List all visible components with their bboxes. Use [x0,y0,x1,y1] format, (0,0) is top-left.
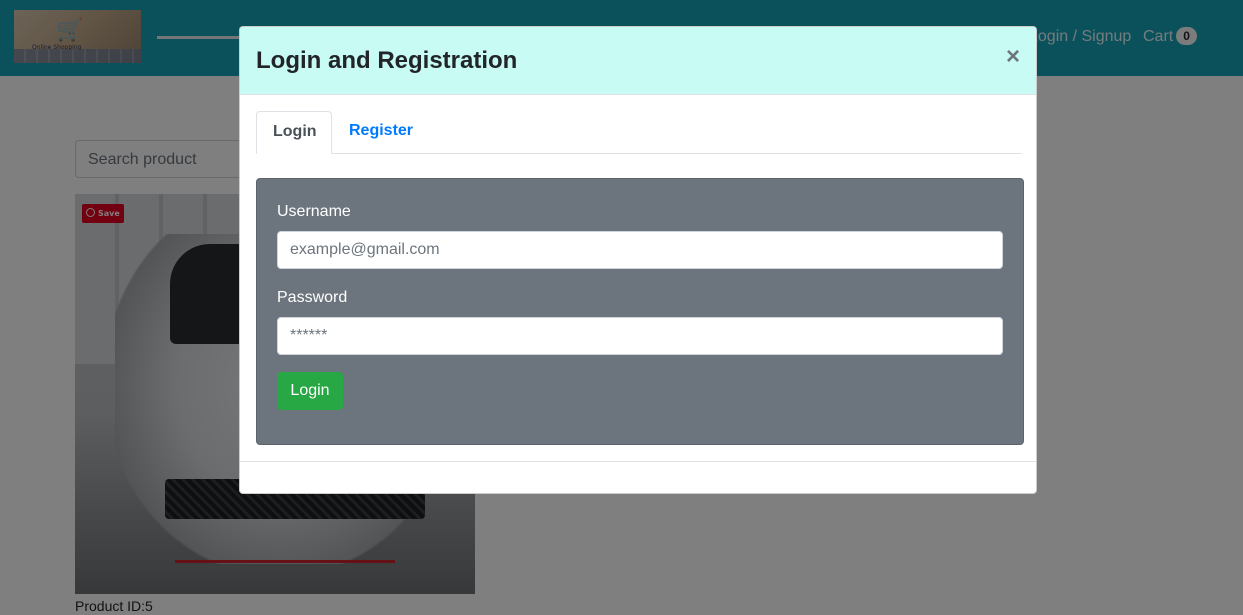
modal-header: Login and Registration × [240,27,1036,95]
auth-tabs: Login Register [256,111,1022,154]
tab-login[interactable]: Login [256,111,332,154]
username-label: Username [277,203,351,220]
login-button[interactable]: Login [277,372,343,410]
modal-footer-divider [240,461,1036,462]
tab-register[interactable]: Register [333,111,429,154]
password-label: Password [277,289,348,306]
login-modal: Login and Registration × Login Register … [239,26,1037,494]
close-icon[interactable]: × [1006,45,1020,69]
username-field[interactable] [277,231,1003,269]
login-form: Username Password Login [256,178,1024,445]
password-field[interactable] [277,317,1003,355]
modal-title: Login and Registration [256,47,518,74]
